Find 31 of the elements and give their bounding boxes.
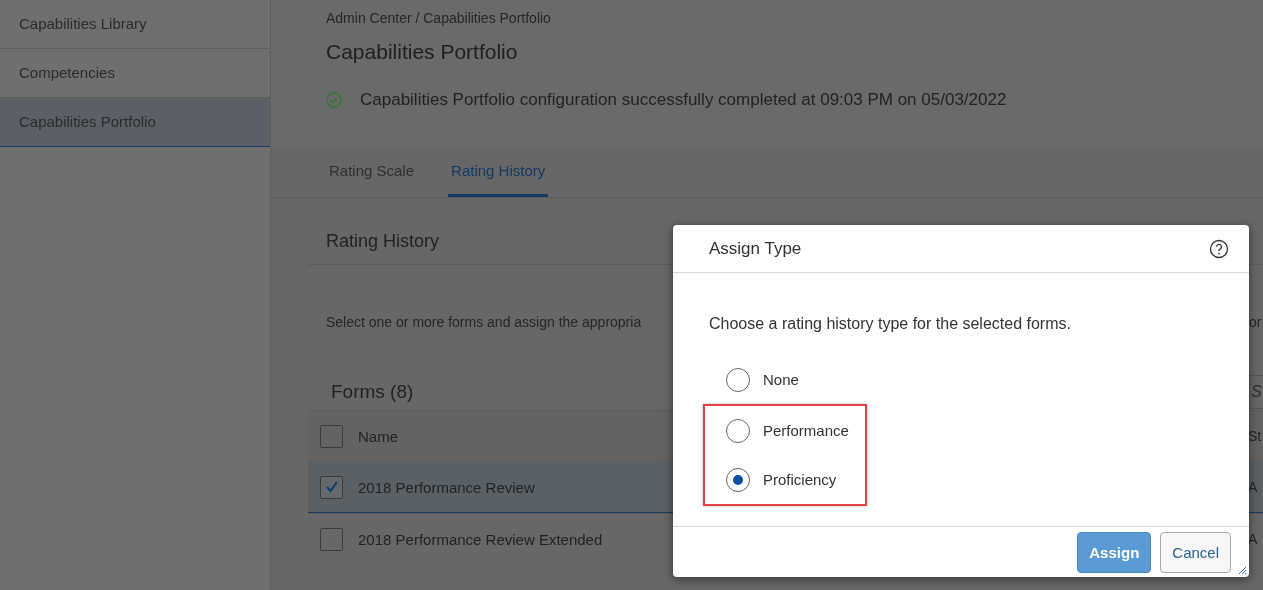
sidebar-item[interactable]: Capabilities Portfolio <box>0 98 270 147</box>
status-message: Capabilities Portfolio configuration successfully completed at 09:03 PM on 05/03/2022 <box>360 90 1007 110</box>
sidebar-item[interactable]: Capabilities Library <box>0 0 270 49</box>
search-field[interactable]: S <box>1249 375 1263 409</box>
success-check-icon <box>326 92 342 108</box>
select-all-checkbox[interactable] <box>320 424 343 448</box>
table-cell-text: A <box>1248 479 1259 495</box>
page-title: Capabilities Portfolio <box>326 40 519 64</box>
radio-option[interactable]: None <box>709 355 1249 404</box>
dialog-prompt: Choose a rating history type for the selected forms. <box>709 315 1072 333</box>
tab[interactable]: Rating History <box>448 147 549 197</box>
table-cell-text: A <box>1248 531 1259 547</box>
table-title: Forms (8) <box>331 381 414 403</box>
checkmark-icon <box>323 479 340 495</box>
cancel-button[interactable]: Cancel <box>1160 531 1231 573</box>
table-cell: 2018 Performance Review <box>358 478 535 496</box>
column-header: Name <box>358 427 398 445</box>
column-header: St <box>1248 428 1263 444</box>
assign-button[interactable]: Assign <box>1077 531 1152 573</box>
dialog-title: Assign Type <box>709 238 802 259</box>
help-icon[interactable] <box>1209 238 1229 259</box>
radio-option[interactable]: Performance <box>705 406 865 455</box>
instruction-text: or <box>1249 314 1263 330</box>
resize-grip-icon[interactable] <box>1237 565 1247 575</box>
radio-option[interactable]: Proficiency <box>705 455 865 504</box>
row-checkbox[interactable] <box>320 527 343 551</box>
table-cell: 2018 Performance Review Extended <box>358 530 603 548</box>
breadcrumb[interactable]: Admin Center / Capabilities Portfolio <box>326 10 1263 26</box>
instruction-text: Select one or more forms and assign the appropria <box>326 314 642 330</box>
row-checkbox[interactable] <box>320 475 343 499</box>
tab[interactable]: Rating Scale <box>326 147 418 197</box>
